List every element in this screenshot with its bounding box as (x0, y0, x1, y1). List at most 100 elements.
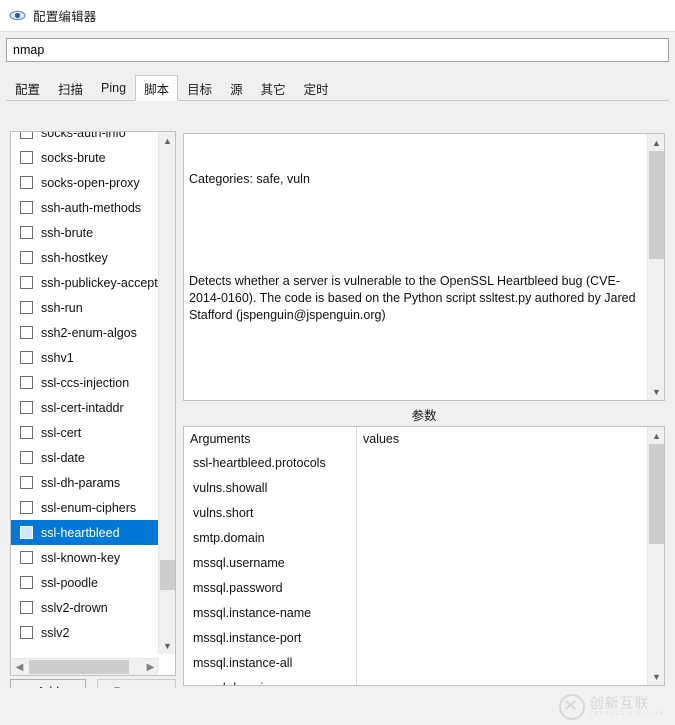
table-row[interactable]: mssql.username (184, 550, 648, 575)
list-item-label: ssh2-enum-algos (41, 325, 137, 340)
list-item[interactable]: sslv2 (11, 620, 159, 645)
profile-name-input[interactable]: nmap (6, 38, 669, 62)
script-checkbox[interactable] (20, 376, 33, 389)
description-vertical-scrollbar[interactable]: ▲ ▼ (647, 134, 664, 400)
params-vertical-scrollbar[interactable]: ▲ ▼ (647, 427, 664, 685)
script-checkbox[interactable] (20, 476, 33, 489)
table-row[interactable]: vulns.short (184, 500, 648, 525)
list-item[interactable]: ssl-enum-ciphers (11, 495, 159, 520)
tab-target[interactable]: 目标 (178, 75, 222, 100)
eye-icon (9, 7, 26, 24)
table-row[interactable]: ssl-heartbleed.protocols (184, 450, 648, 475)
chevron-down-icon[interactable]: ▼ (648, 383, 664, 400)
list-item[interactable]: ssh-auth-methods (11, 195, 159, 220)
script-checkbox[interactable] (20, 626, 33, 639)
chevron-up-icon[interactable]: ▲ (159, 132, 175, 149)
watermark-sub: CHUANGXIN HULIAN (589, 711, 665, 717)
chevron-down-icon[interactable]: ▼ (159, 637, 175, 654)
list-item[interactable]: ssl-date (11, 445, 159, 470)
script-list-vertical-scrollbar[interactable]: ▲ ▼ (158, 132, 175, 654)
list-item-label: ssl-enum-ciphers (41, 500, 137, 515)
list-item-label: ssh-run (41, 300, 83, 315)
script-checkbox[interactable] (20, 176, 33, 189)
script-checkbox[interactable] (20, 501, 33, 514)
chevron-left-icon[interactable]: ◀ (11, 659, 28, 675)
cell-argument: mssql.domain (184, 681, 356, 686)
list-item-ssl-heartbleed[interactable]: ssl-heartbleed (11, 520, 159, 545)
table-row[interactable]: mssql.instance-port (184, 625, 648, 650)
list-item[interactable]: ssh-brute (11, 220, 159, 245)
list-item[interactable]: ssl-cert (11, 420, 159, 445)
list-item[interactable]: socks-brute (11, 145, 159, 170)
tab-script[interactable]: 脚本 (135, 75, 179, 101)
list-item[interactable]: ssl-ccs-injection (11, 370, 159, 395)
list-item[interactable]: ssl-cert-intaddr (11, 395, 159, 420)
list-item[interactable]: sshv1 (11, 345, 159, 370)
list-item[interactable]: socks-auth-info (11, 132, 159, 145)
list-item[interactable]: ssl-dh-params (11, 470, 159, 495)
table-row[interactable]: mssql.instance-all (184, 650, 648, 675)
list-item-label: ssl-date (41, 450, 85, 465)
script-list-horizontal-scrollbar[interactable]: ◀ ▶ (11, 658, 159, 675)
chevron-up-icon[interactable]: ▲ (648, 134, 664, 151)
list-item[interactable]: ssl-poodle (11, 570, 159, 595)
tab-source[interactable]: 源 (221, 75, 252, 100)
tab-label: 其它 (260, 82, 286, 97)
params-table-header: Arguments values (184, 427, 648, 450)
list-item[interactable]: socks-open-proxy (11, 170, 159, 195)
script-checkbox[interactable] (20, 326, 33, 339)
list-item[interactable]: ssh-hostkey (11, 245, 159, 270)
tab-config[interactable]: 配置 (6, 75, 50, 100)
script-checkbox[interactable] (20, 276, 33, 289)
script-checkbox[interactable] (20, 451, 33, 464)
table-row[interactable]: mssql.password (184, 575, 648, 600)
script-checkbox[interactable] (20, 201, 33, 214)
tab-label: 配置 (15, 82, 41, 97)
script-checkbox[interactable] (20, 526, 33, 539)
chevron-right-icon[interactable]: ▶ (142, 659, 159, 675)
list-item[interactable]: ssh-run (11, 295, 159, 320)
scrollbar-thumb[interactable] (649, 151, 664, 259)
list-item[interactable]: ssh2-enum-algos (11, 320, 159, 345)
tab-other[interactable]: 其它 (251, 75, 295, 100)
table-row[interactable]: mssql.domain (184, 675, 648, 686)
list-item[interactable]: ssl-known-key (11, 545, 159, 570)
table-row[interactable]: smtp.domain (184, 525, 648, 550)
list-item-label: ssh-auth-methods (41, 200, 142, 215)
script-checkbox[interactable] (20, 426, 33, 439)
script-checkbox[interactable] (20, 601, 33, 614)
chevron-up-icon[interactable]: ▲ (648, 427, 664, 444)
script-checkbox[interactable] (20, 351, 33, 364)
script-checkbox[interactable] (20, 576, 33, 589)
script-checkbox[interactable] (20, 401, 33, 414)
tab-scan[interactable]: 扫描 (49, 75, 93, 100)
table-row[interactable]: vulns.showall (184, 475, 648, 500)
script-checkbox[interactable] (20, 301, 33, 314)
list-item[interactable]: ssh-publickey-accept (11, 270, 159, 295)
tab-timing[interactable]: 定时 (294, 75, 338, 100)
cell-argument: mssql.username (193, 555, 285, 570)
list-item-label: socks-auth-info (41, 132, 126, 140)
script-checkbox[interactable] (20, 551, 33, 564)
column-header-values[interactable]: values (356, 432, 399, 446)
list-item[interactable]: sslv2-drown (11, 595, 159, 620)
script-checkbox[interactable] (20, 251, 33, 264)
cell-argument: mssql.instance-port (193, 630, 302, 645)
column-divider[interactable] (356, 427, 357, 685)
description-categories: Categories: safe, vuln (189, 172, 310, 186)
chevron-down-icon[interactable]: ▼ (648, 668, 664, 685)
scrollbar-thumb[interactable] (649, 444, 664, 544)
script-checkbox[interactable] (20, 132, 33, 139)
table-row[interactable]: mssql.instance-name (184, 600, 648, 625)
list-item-label: ssl-cert-intaddr (41, 400, 124, 415)
scrollbar-thumb[interactable] (160, 560, 175, 590)
scrollbar-thumb[interactable] (29, 660, 129, 674)
tab-ping[interactable]: Ping (92, 75, 136, 100)
list-item-label: ssh-hostkey (41, 250, 108, 265)
script-checkbox[interactable] (20, 151, 33, 164)
script-checkbox[interactable] (20, 226, 33, 239)
column-header-arguments[interactable]: Arguments (184, 432, 356, 446)
script-list-viewport: socks-auth-info socks-brute socks-open-p… (11, 132, 159, 654)
tab-label: Ping (101, 81, 127, 95)
